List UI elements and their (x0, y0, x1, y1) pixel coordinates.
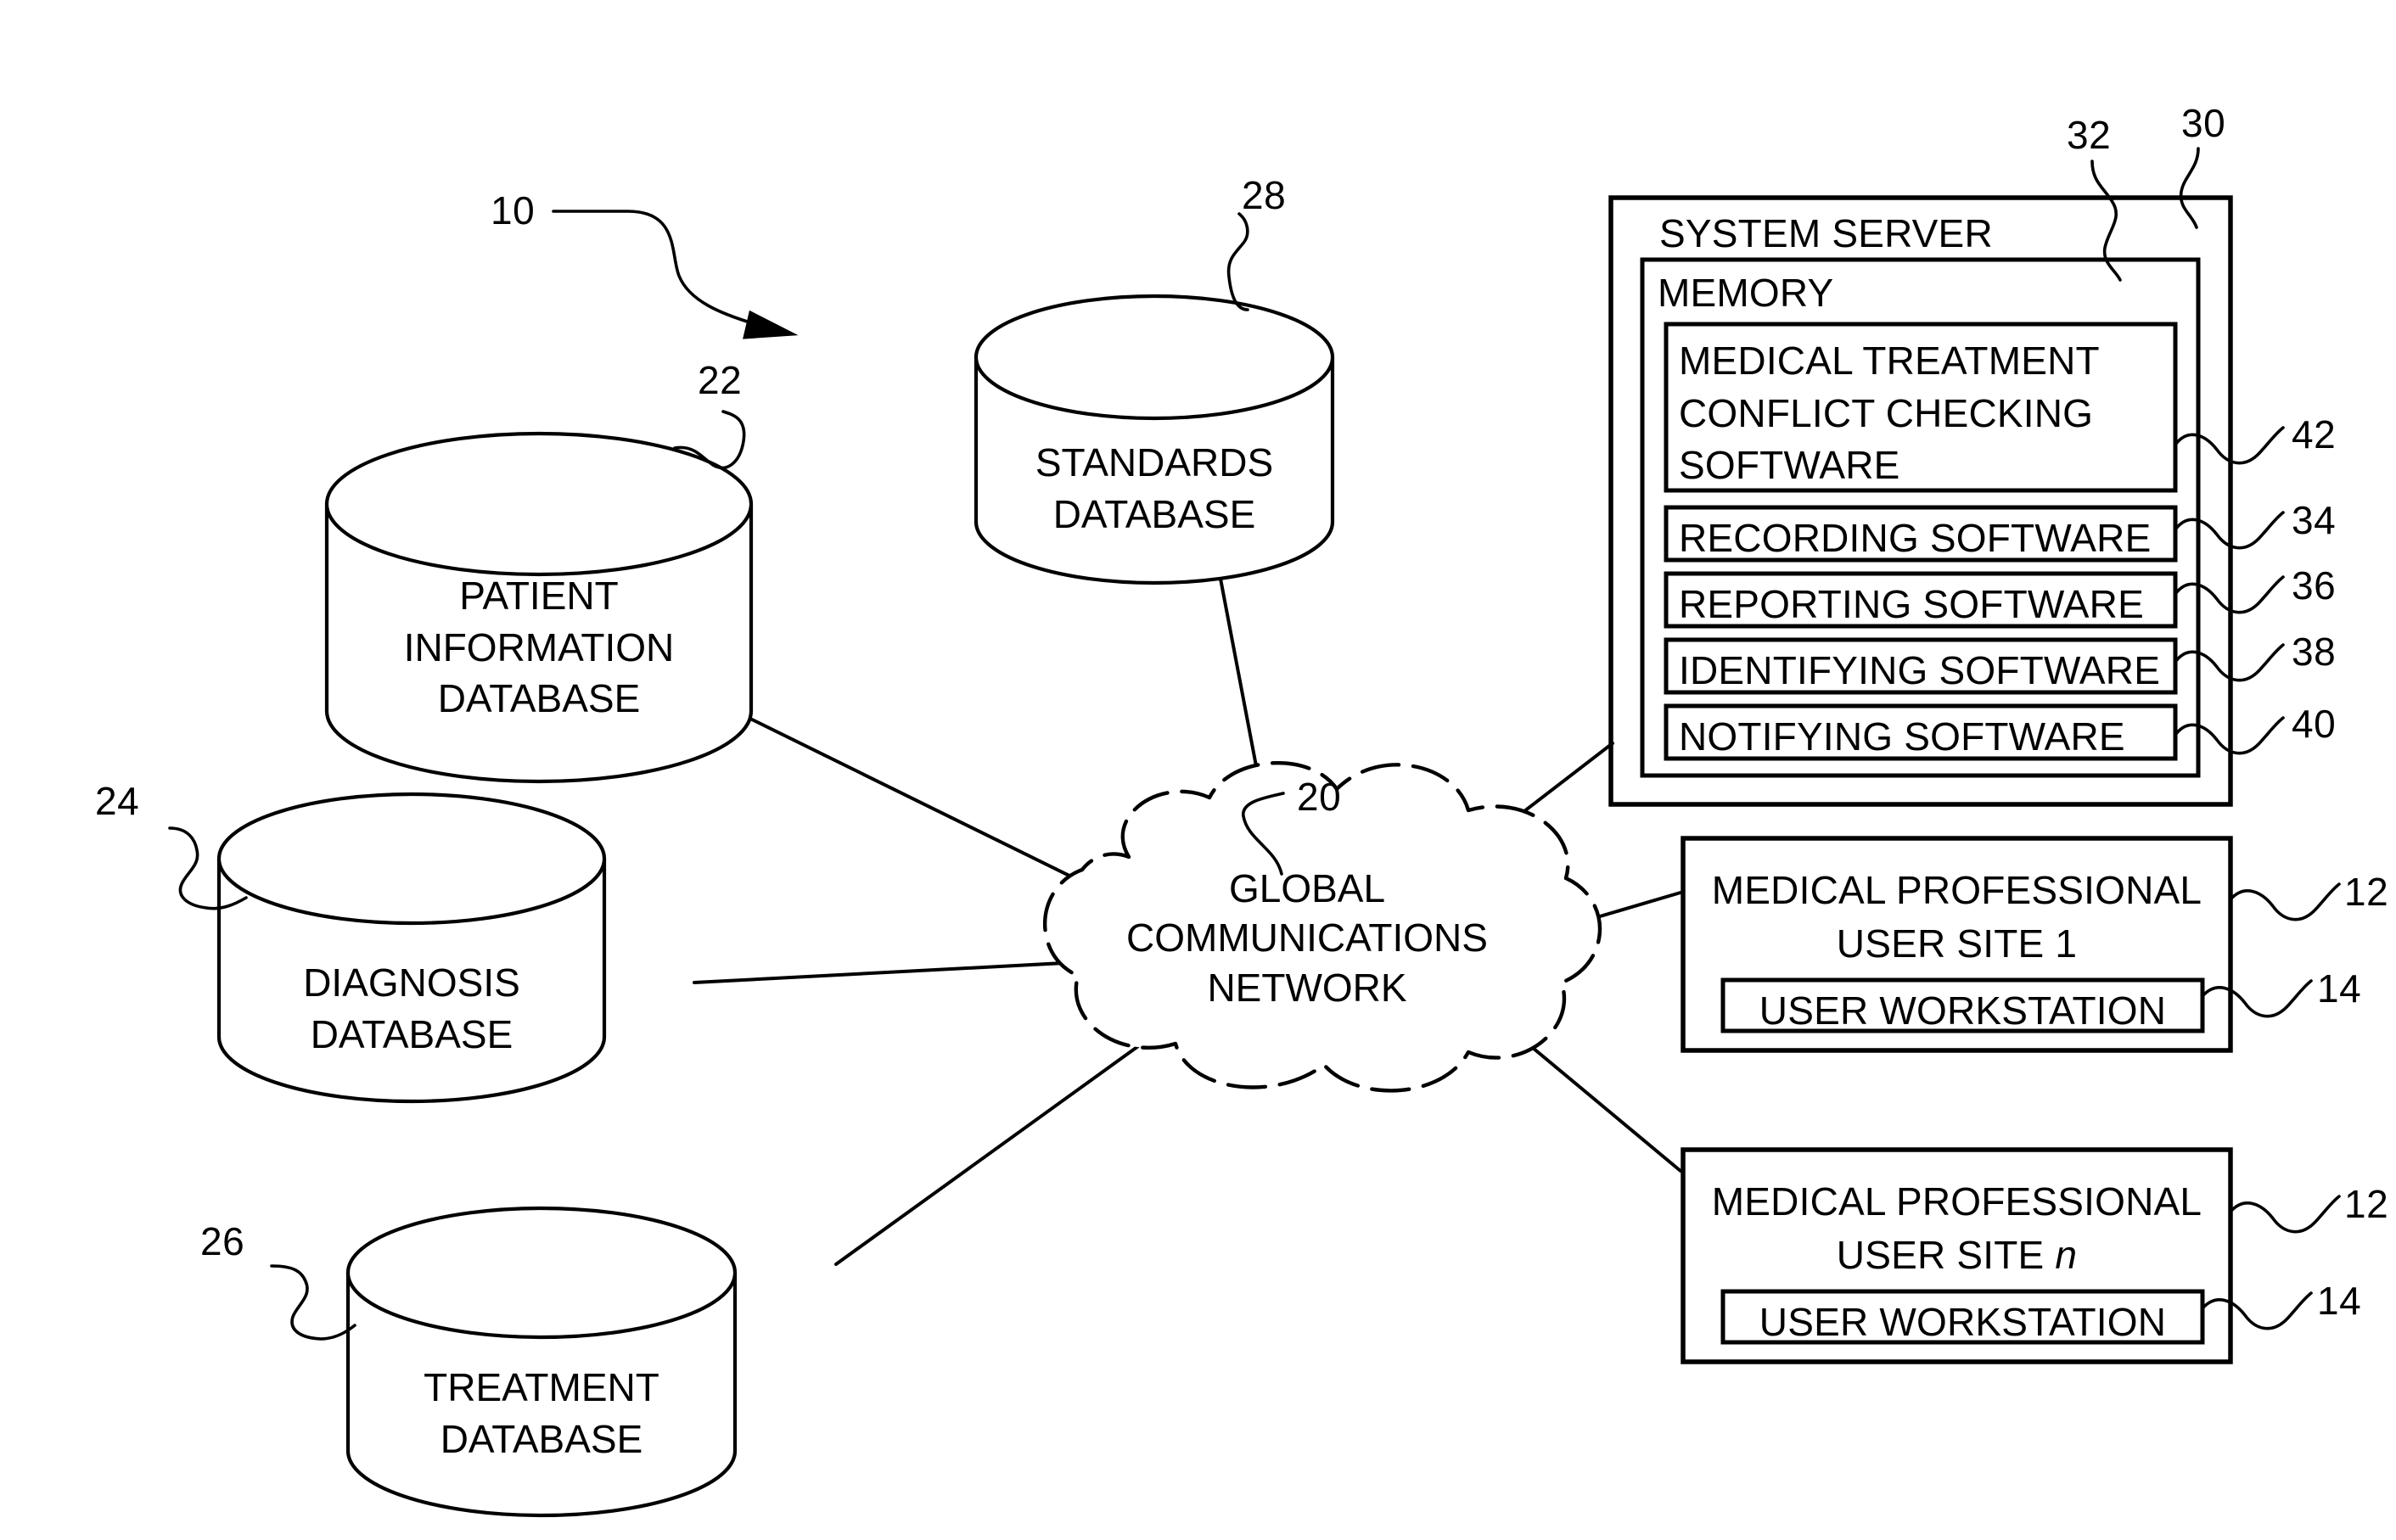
arrowhead-system (743, 310, 799, 339)
network-line: NETWORK (1207, 965, 1407, 1010)
ref-numeral-treatment-database: 26 (200, 1219, 245, 1263)
recording-software-label[interactable]: RECORDING SOFTWARE (1679, 518, 2151, 557)
network-line: GLOBAL (1228, 866, 1386, 910)
lead-line-14-siten (2201, 1291, 2313, 1330)
ref-numeral-diagnosis-database: 24 (95, 779, 140, 823)
memory-title: MEMORY (1658, 271, 1834, 315)
identifying-software-label[interactable]: IDENTIFYING SOFTWARE (1679, 651, 2160, 690)
lead-line-32 (2090, 160, 2122, 282)
ref-numeral-patient-information-database: 22 (698, 358, 743, 402)
global-communications-network-label: GLOBAL COMMUNICATIONS NETWORK (1086, 864, 1528, 1012)
reporting-software-label[interactable]: REPORTING SOFTWARE (1679, 585, 2144, 624)
db-line: STANDARDS (1035, 440, 1274, 484)
user-site-line1: MEDICAL PROFESSIONAL (1711, 1179, 2202, 1224)
lead-line-12-site1 (2229, 882, 2341, 921)
db-line: DATABASE (310, 1011, 513, 1056)
ref-numeral-notifying-software: 40 (2292, 702, 2337, 746)
treatment-database-label: TREATMENT DATABASE (348, 1362, 735, 1464)
user-site-line2: USER SITE 1 (1683, 917, 2230, 971)
ref-numeral-system-server: 30 (2181, 101, 2226, 145)
link-treatment-db-to-network (834, 1040, 1146, 1266)
ref-numeral-user-workstation-1: 14 (2317, 966, 2362, 1011)
module-line: SOFTWARE (1679, 443, 1900, 488)
lead-line-28 (1226, 212, 1249, 311)
db-line: DATABASE (437, 676, 641, 721)
network-line: COMMUNICATIONS (1126, 916, 1488, 960)
diagnosis-database-label: DIAGNOSIS DATABASE (219, 957, 604, 1060)
module-line: CONFLICT CHECKING (1679, 390, 2094, 435)
ref-numeral-network: 20 (1297, 775, 1342, 819)
user-site-line2: USER SITE n (1683, 1229, 2230, 1282)
ref-numeral-recording-software: 34 (2292, 498, 2337, 542)
ref-numeral-identifying-software: 38 (2292, 630, 2337, 674)
user-site-line1: MEDICAL PROFESSIONAL (1711, 868, 2202, 912)
user-site-line2-suffix: 1 (2055, 921, 2078, 966)
user-site-line2-suffix: n (2055, 1233, 2078, 1278)
ref-numeral-system: 10 (491, 188, 536, 232)
conflict-checking-software-label[interactable]: MEDICAL TREATMENT CONFLICT CHECKING SOFT… (1679, 335, 2171, 492)
db-line: TREATMENT (424, 1365, 659, 1409)
db-line: DIAGNOSIS (303, 960, 520, 1005)
db-line: INFORMATION (403, 624, 675, 669)
db-line: PATIENT (459, 574, 619, 618)
db-line: DATABASE (1052, 491, 1256, 536)
user-site-n-label: MEDICAL PROFESSIONAL USER SITE n (1683, 1175, 2230, 1283)
ref-numeral-user-workstation-n: 14 (2317, 1279, 2362, 1323)
user-site-line2-prefix: USER SITE (1836, 921, 2056, 966)
link-diagnosis-db-to-network (693, 959, 1114, 984)
ref-numeral-standards-database: 28 (1242, 173, 1287, 217)
link-network-to-user-site-n (1526, 1042, 1682, 1173)
ref-numeral-reporting-software: 36 (2292, 563, 2337, 608)
db-line: DATABASE (440, 1416, 643, 1461)
module-line: MEDICAL TREATMENT (1679, 339, 2100, 383)
lead-line-30 (2179, 147, 2200, 229)
lead-line-26 (270, 1264, 356, 1341)
notifying-software-label[interactable]: NOTIFYING SOFTWARE (1679, 717, 2125, 756)
ref-numeral-memory: 32 (2067, 113, 2112, 157)
ref-numeral-user-site-1: 12 (2344, 870, 2389, 914)
user-workstation-1-label[interactable]: USER WORKSTATION (1723, 991, 2202, 1030)
system-server-title: SYSTEM SERVER (1659, 211, 1993, 255)
user-site-1-label: MEDICAL PROFESSIONAL USER SITE 1 (1683, 864, 2230, 972)
lead-line-system (552, 210, 757, 326)
patent-figure: 10 PATIENT INFORMATION DATABASE 22 STAND… (0, 0, 2396, 1540)
standards-database-label: STANDARDS DATABASE (976, 437, 1333, 540)
user-workstation-n-label[interactable]: USER WORKSTATION (1723, 1302, 2202, 1341)
ref-numeral-user-site-n: 12 (2344, 1182, 2389, 1226)
patient-information-database-label: PATIENT INFORMATION DATABASE (327, 570, 751, 725)
ref-numeral-conflict-checking-software: 42 (2292, 412, 2337, 456)
user-site-line2-prefix: USER SITE (1836, 1233, 2056, 1278)
lead-line-14-site1 (2201, 979, 2313, 1018)
lead-line-12-siten (2229, 1195, 2341, 1234)
